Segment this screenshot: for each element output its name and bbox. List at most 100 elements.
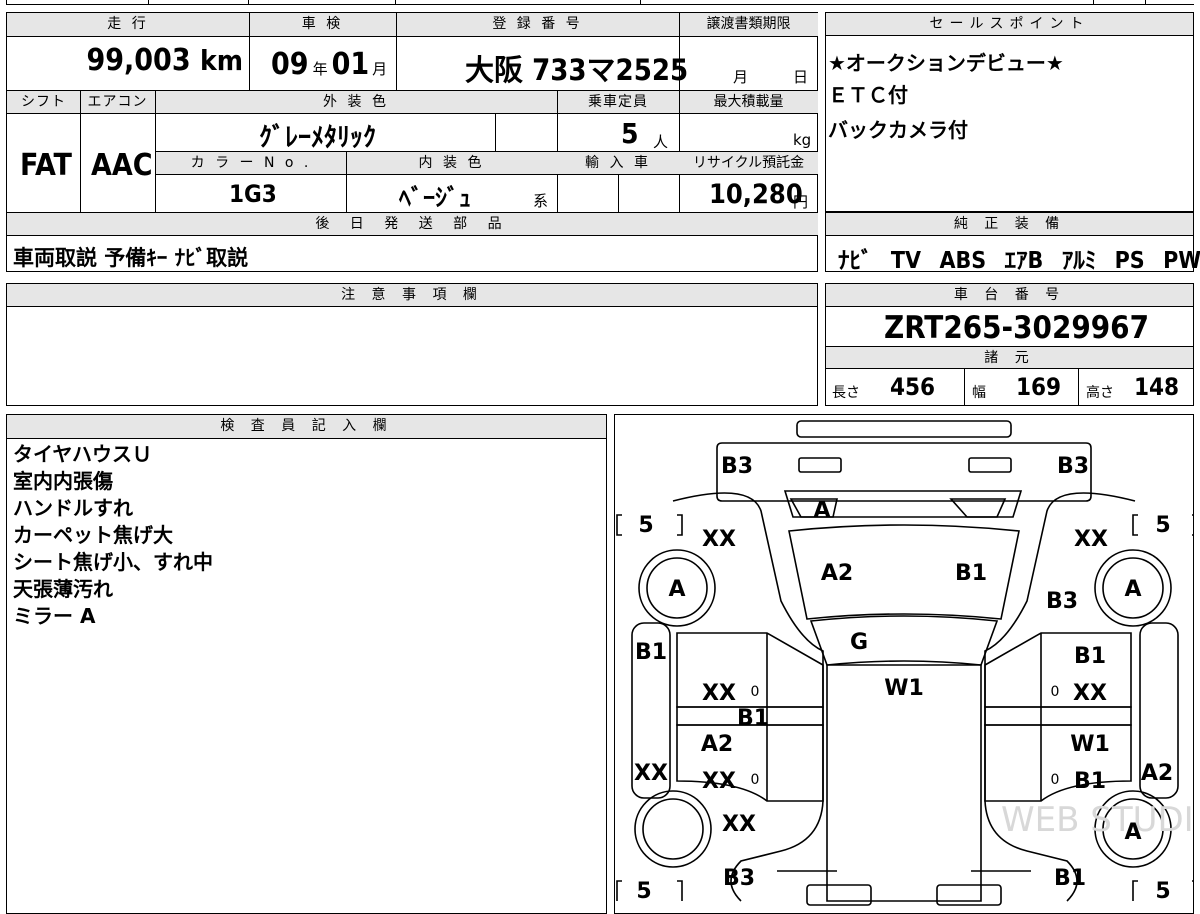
mark-tire-fr: 5 — [1155, 513, 1170, 538]
mark-fl-fender: XX — [702, 527, 736, 552]
interior-color-value: ﾍﾞｰｼﾞｭ — [399, 184, 471, 212]
inspector-note: 室内内張傷 — [13, 469, 113, 493]
mark-rear-right: B3 — [1057, 454, 1089, 479]
mark-tire-rl: 5 — [636, 879, 651, 904]
recycle-unit: 円 — [793, 193, 809, 211]
mark-left-xx-edge: XX — [634, 761, 668, 786]
top-strip — [0, 0, 1200, 6]
transfer-month-unit: 月 — [733, 68, 749, 86]
capacity-unit: 人 — [653, 133, 669, 151]
sales-points-box: セールスポイント ★オークションデビュー★ ＥＴＣ付 バックカメラ付 — [825, 12, 1194, 212]
mark-fl-wheel: A — [668, 577, 685, 602]
mark-left-xx2: XX — [702, 769, 736, 794]
mark-tire-rr: 5 — [1155, 879, 1170, 904]
mark-roof-g: G — [850, 630, 868, 655]
sales-point-1: ★オークションデビュー★ — [828, 51, 1064, 75]
mark-right-xx1: XX — [1073, 681, 1107, 706]
sales-points-header: セールスポイント — [826, 13, 1193, 36]
inspector-note: ハンドルすれ — [13, 496, 133, 520]
ac-header: エアコン — [80, 91, 155, 113]
mark-right-b1b: B1 — [1074, 769, 1106, 794]
exterior-color-value: ｸﾞﾚｰﾒﾀﾘｯｸ — [259, 123, 377, 153]
mileage-header: 走 行 — [7, 13, 249, 36]
width-value: 169 — [1016, 373, 1062, 401]
equipment-airbag: ｴｱB — [1004, 248, 1044, 274]
exterior-color-header: 外 装 色 — [155, 91, 557, 113]
import-header: 輸 入 車 — [557, 152, 679, 174]
inspector-header: 検 査 員 記 入 欄 — [7, 415, 606, 439]
later-parts-value: 車両取説 予備ｷｰ ﾅﾋﾞ取説 — [13, 246, 249, 270]
mark-rear-left: B3 — [721, 454, 753, 479]
equipment-navi: ﾅﾋﾞ — [838, 248, 873, 274]
inspection-value: 09 年 01 月 — [271, 47, 388, 82]
mark-glass-a2: A2 — [821, 561, 853, 586]
specs-header: 諸 元 — [826, 346, 1193, 369]
chassis-header: 車 台 番 号 — [826, 284, 1193, 307]
height-label: 高さ — [1086, 385, 1114, 401]
inspection-header: 車 検 — [249, 13, 396, 36]
mark-zero: 0 — [1051, 684, 1060, 700]
registration-value: 大阪 733マ2525 — [465, 53, 689, 87]
vehicle-info-table: 走 行 車 検 登 録 番 号 譲渡書類期限 99,003 km 09 年 01 月 … — [6, 12, 818, 272]
color-no-value: 1G3 — [229, 180, 277, 208]
equipment-tv: TV — [890, 248, 922, 274]
genuine-equipment-box: 純 正 装 備 ﾅﾋﾞ TV ABS ｴｱB ｱﾙﾐ PS PW — [825, 212, 1200, 274]
equipment-abs: ABS — [939, 248, 987, 274]
equipment-alloy: ｱﾙﾐ — [1061, 248, 1097, 274]
caution-box: 注 意 事 項 欄 — [6, 283, 818, 406]
registration-header: 登 録 番 号 — [396, 13, 679, 36]
transfer-deadline-header: 譲渡書類期限 — [679, 13, 818, 36]
mark-right-b1: B1 — [1074, 644, 1106, 669]
watermark: WEB STUDIO PLUS — [1001, 800, 1193, 840]
mark-glass-b1: B1 — [955, 561, 987, 586]
mark-front-left: B3 — [723, 866, 755, 891]
mark-rr-wheel: A — [1124, 820, 1141, 845]
mark-roof-w1: W1 — [884, 676, 924, 701]
recycle-header: リサイクル預託金 — [679, 152, 818, 174]
mark-left-xx1: XX — [702, 681, 736, 706]
caution-header: 注 意 事 項 欄 — [7, 284, 817, 307]
mark-fr-fender: XX — [1074, 527, 1108, 552]
equipment-list: ﾅﾋﾞ TV ABS ｴｱB ｱﾙﾐ PS PW — [838, 241, 1200, 275]
mark-tire-fl: 5 — [638, 513, 653, 538]
sales-point-2: ＥＴＣ付 — [828, 83, 908, 107]
equipment-ps: PS — [1114, 248, 1145, 274]
mark-top-a: A — [813, 498, 830, 523]
sales-point-3: バックカメラ付 — [828, 118, 968, 142]
later-parts-header: 後 日 発 送 部 品 — [7, 213, 818, 235]
mark-right-a2-edge: A2 — [1141, 761, 1173, 786]
width-label: 幅 — [972, 385, 986, 401]
mark-rl-xx: XX — [722, 812, 756, 837]
mark-front-right: B1 — [1054, 866, 1086, 891]
inspector-note: カーペット焦げ大 — [13, 523, 173, 547]
car-outline-svg: WEB STUDIO PLUS B3 B3 A 5 5 5 5 XX XX A … — [616, 420, 1193, 906]
inspector-note: シート焦げ小、すれ中 — [13, 550, 213, 574]
mark-left-b1: B1 — [635, 640, 667, 665]
interior-color-header: 内 装 色 — [346, 152, 557, 174]
mark-fr-b3: B3 — [1046, 589, 1078, 614]
mark-zero: 0 — [751, 684, 760, 700]
shift-header: シフト — [7, 91, 80, 113]
recycle-value: 10,280 — [709, 179, 803, 210]
inspector-note: タイヤハウスＵ — [13, 442, 152, 466]
chassis-number: ZRT265-3029967 — [884, 310, 1149, 346]
inspector-notes: タイヤハウスＵ 室内内張傷 ハンドルすれ カーペット焦げ大 シート焦げ小、すれ中… — [13, 441, 213, 630]
mark-fr-wheel: A — [1124, 577, 1141, 602]
inspector-box: 検 査 員 記 入 欄 タイヤハウスＵ 室内内張傷 ハンドルすれ カーペット焦げ… — [6, 414, 607, 914]
mark-zero: 0 — [1051, 772, 1060, 788]
max-load-header: 最大積載量 — [679, 91, 818, 113]
mileage-unit: km — [200, 44, 243, 77]
ac-value: AAC — [91, 148, 153, 183]
genuine-equipment-header: 純 正 装 備 — [826, 213, 1193, 236]
shift-value: FAT — [20, 148, 72, 183]
chassis-box: 車 台 番 号 ZRT265-3029967 諸 元 長さ 456 幅 169 … — [825, 283, 1194, 406]
max-load-unit: kg — [793, 131, 812, 149]
mark-zero: 0 — [751, 772, 760, 788]
equipment-pw: PW — [1163, 248, 1200, 274]
inspector-note: ミラー A — [13, 604, 96, 628]
inspector-note: 天張薄汚れ — [13, 577, 113, 601]
mark-right-w1: W1 — [1070, 732, 1110, 757]
capacity-header: 乗車定員 — [557, 91, 679, 113]
transfer-day-unit: 日 — [793, 68, 809, 86]
length-label: 長さ — [832, 385, 860, 401]
